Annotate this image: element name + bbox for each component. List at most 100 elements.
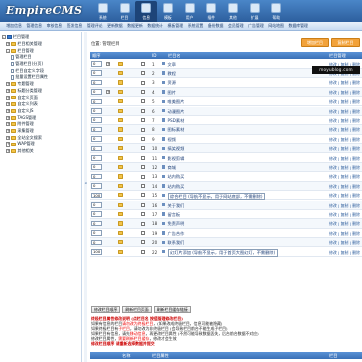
tree-item[interactable]: + 采集管理	[6, 128, 34, 135]
expand-icon[interactable]: +	[6, 41, 11, 47]
row-actions[interactable]: 修改 | 复制 | 删除	[329, 163, 362, 172]
expand-icon[interactable]: +	[6, 88, 11, 93]
menu-item[interactable]: 会员管理	[226, 23, 246, 29]
order-input[interactable]: 0	[91, 211, 102, 218]
row-actions[interactable]: 修改 | 复制 | 删除	[329, 135, 362, 144]
menu-item[interactable]: 系统设置	[185, 23, 205, 29]
order-input[interactable]: 0	[91, 89, 102, 95]
expand-icon[interactable]: +	[6, 108, 11, 114]
tree-item[interactable]: + WAP管理	[6, 141, 35, 148]
order-input[interactable]: 0	[91, 155, 102, 161]
column-name-link[interactable]: 商城	[168, 163, 176, 172]
top-nav-item[interactable]: 扩展	[244, 1, 266, 22]
expand-icon[interactable]: +	[6, 142, 11, 147]
row-checkbox[interactable]	[141, 118, 145, 123]
tree-item[interactable]: + 标题分类管理	[6, 88, 42, 95]
top-nav-item[interactable]: 栏目	[114, 1, 136, 22]
menu-item[interactable]: 管理评论	[85, 23, 105, 29]
expand-icon[interactable]: +	[6, 135, 11, 140]
panel-splitter[interactable]: ◂	[84, 32, 87, 362]
row-actions[interactable]: 修改 | 复制 | 删除	[329, 172, 362, 181]
column-name-link[interactable]: 视频	[168, 135, 176, 144]
menu-item[interactable]: 数据更新	[125, 23, 145, 29]
tree-item[interactable]: 批量设置栏目属性	[10, 74, 48, 81]
order-input[interactable]: 0	[91, 117, 102, 124]
order-input[interactable]: 0	[91, 108, 102, 114]
order-input[interactable]: 0	[91, 183, 102, 189]
menu-item[interactable]: 备份数据	[206, 23, 226, 29]
copy-column-button[interactable]: 复制栏目	[331, 38, 360, 47]
row-checkbox[interactable]	[141, 202, 145, 207]
column-name-link[interactable]: 综合栏目 (导航不显示，用于网站底部，不需删除)	[167, 192, 266, 201]
column-name-link[interactable]: 关于我们	[168, 201, 185, 210]
column-name-link[interactable]: 免责声明	[168, 219, 185, 228]
menu-item[interactable]: 数据库管理	[286, 23, 310, 29]
order-input[interactable]: 0	[91, 164, 102, 171]
column-name-link[interactable]: 资源	[168, 78, 176, 87]
tree-item[interactable]: 管理栏目(分页)	[10, 61, 43, 68]
bottom-action-button[interactable]: 修改栏目顺序	[91, 306, 121, 314]
collapse-icon[interactable]: -	[6, 48, 11, 53]
row-actions[interactable]: 修改 | 复制 | 删除	[329, 88, 362, 97]
row-actions[interactable]: 修改 | 复制 | 删除	[329, 191, 362, 200]
column-name-link[interactable]: 图标素材	[168, 125, 185, 134]
tree-item[interactable]: + 专题管理	[6, 81, 34, 88]
tree-item[interactable]: - 栏目管理	[6, 47, 34, 54]
menu-item[interactable]: 增加信息	[4, 23, 24, 29]
menu-item[interactable]: 管理信息	[24, 23, 44, 29]
column-name-link[interactable]: 影视剪辑	[168, 154, 185, 163]
collapse-icon[interactable]: -	[1, 35, 6, 40]
expand-icon[interactable]: +	[6, 95, 11, 100]
column-name-link[interactable]: 广告合作	[168, 229, 185, 238]
row-actions[interactable]: 修改 | 复制 | 删除	[329, 229, 362, 238]
order-input[interactable]: 0	[91, 61, 102, 67]
menu-item[interactable]: 数据统计	[145, 23, 165, 29]
tree-item[interactable]: + 自定义列表	[6, 101, 38, 108]
menu-item[interactable]: 广告管理	[246, 23, 266, 29]
expand-icon[interactable]: +	[106, 61, 111, 66]
row-checkbox[interactable]	[141, 80, 145, 85]
column-name-link[interactable]: 动漫图片	[168, 107, 185, 116]
expand-icon[interactable]: +	[6, 102, 11, 107]
row-actions[interactable]: 修改 | 复制 | 删除	[329, 154, 362, 163]
order-input[interactable]: 0	[91, 70, 102, 77]
order-input[interactable]: 0	[91, 98, 102, 105]
row-checkbox[interactable]	[141, 230, 145, 235]
order-input[interactable]: 100	[91, 192, 102, 199]
order-input[interactable]: 0	[91, 136, 102, 142]
column-name-link[interactable]: 留言板	[168, 210, 181, 219]
row-checkbox[interactable]	[141, 174, 145, 179]
order-input[interactable]: 100	[91, 249, 102, 255]
top-nav-item[interactable]: 插件	[200, 1, 222, 22]
order-input[interactable]: 0	[91, 126, 102, 133]
expand-icon[interactable]: +	[106, 89, 111, 95]
expand-icon[interactable]: +	[6, 129, 11, 134]
top-nav-item[interactable]: 用户	[179, 1, 201, 22]
column-name-link[interactable]: 联系我们	[168, 238, 185, 247]
row-checkbox[interactable]	[141, 89, 145, 94]
row-actions[interactable]: 修改 | 复制 | 删除	[329, 125, 362, 134]
row-checkbox[interactable]	[141, 193, 145, 198]
row-checkbox[interactable]	[141, 146, 145, 151]
column-name-link[interactable]: 文章	[168, 60, 176, 69]
order-input[interactable]: 0	[91, 220, 102, 227]
order-input[interactable]: 0	[91, 239, 102, 246]
row-checkbox[interactable]	[141, 99, 145, 104]
tree-item[interactable]: + 自定义页面	[6, 94, 38, 101]
row-actions[interactable]: 修改 | 复制 | 删除	[329, 116, 362, 125]
order-input[interactable]: 0	[91, 230, 102, 236]
column-name-link[interactable]: 搞笑视频	[168, 144, 185, 153]
order-input[interactable]: 0	[91, 173, 102, 180]
bottom-action-button[interactable]: 刷新栏目缓存链接	[153, 306, 191, 314]
menu-item[interactable]: 签发信息	[64, 23, 84, 29]
row-checkbox[interactable]	[141, 71, 145, 76]
expand-icon[interactable]: +	[6, 149, 11, 154]
row-actions[interactable]: 修改 | 复制 | 删除	[329, 144, 362, 153]
row-actions[interactable]: 修改 | 复制 | 删除	[329, 97, 362, 106]
expand-icon[interactable]: +	[6, 82, 11, 87]
row-checkbox[interactable]	[141, 183, 145, 188]
top-nav-item[interactable]: 帮助	[266, 1, 288, 22]
menu-item[interactable]: 网站地图	[266, 23, 286, 29]
row-actions[interactable]: 修改 | 复制 | 删除	[329, 248, 362, 257]
row-checkbox[interactable]	[141, 221, 145, 226]
